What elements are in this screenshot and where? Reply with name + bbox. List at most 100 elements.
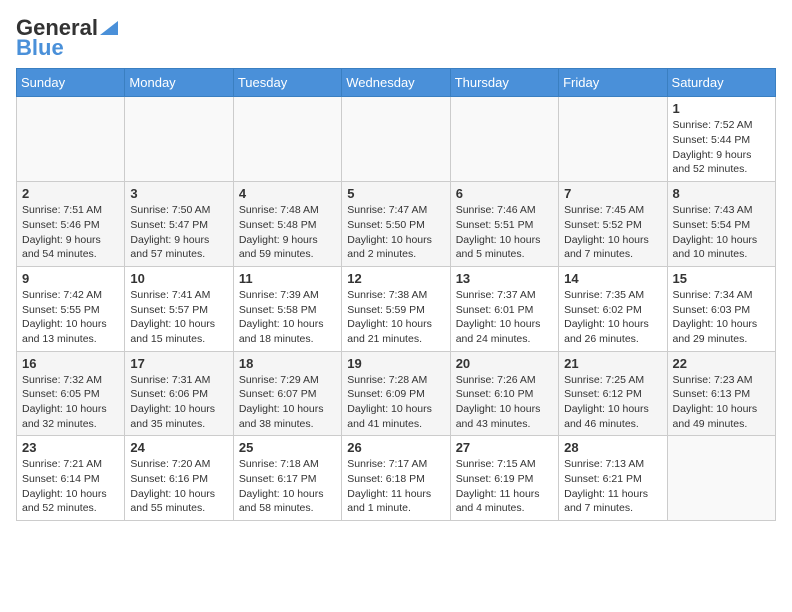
calendar-cell: 6 Sunrise: 7:46 AM Sunset: 5:51 PM Daylig… bbox=[450, 182, 558, 267]
logo-icon bbox=[100, 17, 118, 35]
weekday-header-sunday: Sunday bbox=[17, 69, 125, 97]
day-number: 26 bbox=[347, 440, 444, 455]
calendar-cell: 26 Sunrise: 7:17 AM Sunset: 6:18 PM Dayli… bbox=[342, 436, 450, 521]
day-number: 14 bbox=[564, 271, 661, 286]
calendar-cell: 16Sunrise: 7:32 AM Sunset: 6:05 PM Dayli… bbox=[17, 351, 125, 436]
day-number: 7 bbox=[564, 186, 661, 201]
calendar-cell: 23Sunrise: 7:21 AM Sunset: 6:14 PM Dayli… bbox=[17, 436, 125, 521]
weekday-header-tuesday: Tuesday bbox=[233, 69, 341, 97]
day-number: 5 bbox=[347, 186, 444, 201]
calendar-cell: 10 Sunrise: 7:41 AM Sunset: 5:57 PM Dayli… bbox=[125, 266, 233, 351]
calendar-cell: 27 Sunrise: 7:15 AM Sunset: 6:19 PM Dayli… bbox=[450, 436, 558, 521]
day-info: Sunrise: 7:28 AM Sunset: 6:09 PM Dayligh… bbox=[347, 373, 444, 432]
day-number: 16 bbox=[22, 356, 119, 371]
day-info: Sunrise: 7:48 AM Sunset: 5:48 PM Dayligh… bbox=[239, 203, 336, 262]
calendar-week-row: 23Sunrise: 7:21 AM Sunset: 6:14 PM Dayli… bbox=[17, 436, 776, 521]
day-number: 2 bbox=[22, 186, 119, 201]
calendar-cell: 24Sunrise: 7:20 AM Sunset: 6:16 PM Dayli… bbox=[125, 436, 233, 521]
calendar-cell: 3 Sunrise: 7:50 AM Sunset: 5:47 PM Daylig… bbox=[125, 182, 233, 267]
day-number: 25 bbox=[239, 440, 336, 455]
day-info: Sunrise: 7:37 AM Sunset: 6:01 PM Dayligh… bbox=[456, 288, 553, 347]
day-number: 17 bbox=[130, 356, 227, 371]
calendar-body: 1Sunrise: 7:52 AM Sunset: 5:44 PM Daylig… bbox=[17, 97, 776, 521]
day-number: 12 bbox=[347, 271, 444, 286]
day-number: 13 bbox=[456, 271, 553, 286]
calendar-table: SundayMondayTuesdayWednesdayThursdayFrid… bbox=[16, 68, 776, 521]
calendar-cell: 18 Sunrise: 7:29 AM Sunset: 6:07 PM Dayli… bbox=[233, 351, 341, 436]
day-number: 27 bbox=[456, 440, 553, 455]
logo-text-blue: Blue bbox=[16, 36, 118, 60]
day-info: Sunrise: 7:17 AM Sunset: 6:18 PM Dayligh… bbox=[347, 457, 444, 516]
calendar-cell: 4 Sunrise: 7:48 AM Sunset: 5:48 PM Daylig… bbox=[233, 182, 341, 267]
day-number: 23 bbox=[22, 440, 119, 455]
day-info: Sunrise: 7:39 AM Sunset: 5:58 PM Dayligh… bbox=[239, 288, 336, 347]
day-number: 11 bbox=[239, 271, 336, 286]
calendar-cell bbox=[125, 97, 233, 182]
calendar-cell: 14 Sunrise: 7:35 AM Sunset: 6:02 PM Dayli… bbox=[559, 266, 667, 351]
calendar-cell: 13 Sunrise: 7:37 AM Sunset: 6:01 PM Dayli… bbox=[450, 266, 558, 351]
weekday-header-saturday: Saturday bbox=[667, 69, 775, 97]
calendar-cell bbox=[559, 97, 667, 182]
day-info: Sunrise: 7:13 AM Sunset: 6:21 PM Dayligh… bbox=[564, 457, 661, 516]
calendar-week-row: 16Sunrise: 7:32 AM Sunset: 6:05 PM Dayli… bbox=[17, 351, 776, 436]
day-info: Sunrise: 7:43 AM Sunset: 5:54 PM Dayligh… bbox=[673, 203, 770, 262]
calendar-cell bbox=[667, 436, 775, 521]
calendar-week-row: 9 Sunrise: 7:42 AM Sunset: 5:55 PM Daylig… bbox=[17, 266, 776, 351]
day-number: 15 bbox=[673, 271, 770, 286]
weekday-header-friday: Friday bbox=[559, 69, 667, 97]
day-info: Sunrise: 7:31 AM Sunset: 6:06 PM Dayligh… bbox=[130, 373, 227, 432]
day-info: Sunrise: 7:15 AM Sunset: 6:19 PM Dayligh… bbox=[456, 457, 553, 516]
day-number: 9 bbox=[22, 271, 119, 286]
calendar-cell: 7 Sunrise: 7:45 AM Sunset: 5:52 PM Daylig… bbox=[559, 182, 667, 267]
calendar-cell: 22 Sunrise: 7:23 AM Sunset: 6:13 PM Dayli… bbox=[667, 351, 775, 436]
day-number: 6 bbox=[456, 186, 553, 201]
day-info: Sunrise: 7:34 AM Sunset: 6:03 PM Dayligh… bbox=[673, 288, 770, 347]
page-header: General Blue bbox=[16, 16, 776, 60]
weekday-header-monday: Monday bbox=[125, 69, 233, 97]
calendar-cell: 11 Sunrise: 7:39 AM Sunset: 5:58 PM Dayli… bbox=[233, 266, 341, 351]
day-number: 4 bbox=[239, 186, 336, 201]
calendar-cell: 28 Sunrise: 7:13 AM Sunset: 6:21 PM Dayli… bbox=[559, 436, 667, 521]
day-info: Sunrise: 7:42 AM Sunset: 5:55 PM Dayligh… bbox=[22, 288, 119, 347]
calendar-week-row: 2 Sunrise: 7:51 AM Sunset: 5:46 PM Daylig… bbox=[17, 182, 776, 267]
calendar-cell: 9 Sunrise: 7:42 AM Sunset: 5:55 PM Daylig… bbox=[17, 266, 125, 351]
day-info: Sunrise: 7:29 AM Sunset: 6:07 PM Dayligh… bbox=[239, 373, 336, 432]
calendar-cell: 15 Sunrise: 7:34 AM Sunset: 6:03 PM Dayli… bbox=[667, 266, 775, 351]
day-info: Sunrise: 7:45 AM Sunset: 5:52 PM Dayligh… bbox=[564, 203, 661, 262]
day-number: 22 bbox=[673, 356, 770, 371]
day-info: Sunrise: 7:47 AM Sunset: 5:50 PM Dayligh… bbox=[347, 203, 444, 262]
calendar-cell: 17 Sunrise: 7:31 AM Sunset: 6:06 PM Dayli… bbox=[125, 351, 233, 436]
calendar-cell bbox=[342, 97, 450, 182]
day-info: Sunrise: 7:50 AM Sunset: 5:47 PM Dayligh… bbox=[130, 203, 227, 262]
calendar-cell: 20 Sunrise: 7:26 AM Sunset: 6:10 PM Dayli… bbox=[450, 351, 558, 436]
day-info: Sunrise: 7:23 AM Sunset: 6:13 PM Dayligh… bbox=[673, 373, 770, 432]
calendar-cell: 12 Sunrise: 7:38 AM Sunset: 5:59 PM Dayli… bbox=[342, 266, 450, 351]
calendar-cell: 21Sunrise: 7:25 AM Sunset: 6:12 PM Dayli… bbox=[559, 351, 667, 436]
day-number: 8 bbox=[673, 186, 770, 201]
logo: General Blue bbox=[16, 16, 118, 60]
day-number: 18 bbox=[239, 356, 336, 371]
day-info: Sunrise: 7:18 AM Sunset: 6:17 PM Dayligh… bbox=[239, 457, 336, 516]
weekday-header-wednesday: Wednesday bbox=[342, 69, 450, 97]
calendar-cell: 19 Sunrise: 7:28 AM Sunset: 6:09 PM Dayli… bbox=[342, 351, 450, 436]
calendar-cell: 2 Sunrise: 7:51 AM Sunset: 5:46 PM Daylig… bbox=[17, 182, 125, 267]
calendar-cell bbox=[450, 97, 558, 182]
day-info: Sunrise: 7:51 AM Sunset: 5:46 PM Dayligh… bbox=[22, 203, 119, 262]
day-info: Sunrise: 7:35 AM Sunset: 6:02 PM Dayligh… bbox=[564, 288, 661, 347]
day-info: Sunrise: 7:52 AM Sunset: 5:44 PM Dayligh… bbox=[673, 118, 770, 177]
day-number: 20 bbox=[456, 356, 553, 371]
day-number: 19 bbox=[347, 356, 444, 371]
day-info: Sunrise: 7:38 AM Sunset: 5:59 PM Dayligh… bbox=[347, 288, 444, 347]
day-number: 10 bbox=[130, 271, 227, 286]
calendar-cell: 1Sunrise: 7:52 AM Sunset: 5:44 PM Daylig… bbox=[667, 97, 775, 182]
calendar-cell bbox=[17, 97, 125, 182]
day-info: Sunrise: 7:25 AM Sunset: 6:12 PM Dayligh… bbox=[564, 373, 661, 432]
day-number: 24 bbox=[130, 440, 227, 455]
day-number: 28 bbox=[564, 440, 661, 455]
calendar-cell: 8 Sunrise: 7:43 AM Sunset: 5:54 PM Daylig… bbox=[667, 182, 775, 267]
day-info: Sunrise: 7:46 AM Sunset: 5:51 PM Dayligh… bbox=[456, 203, 553, 262]
day-info: Sunrise: 7:41 AM Sunset: 5:57 PM Dayligh… bbox=[130, 288, 227, 347]
day-info: Sunrise: 7:26 AM Sunset: 6:10 PM Dayligh… bbox=[456, 373, 553, 432]
day-number: 3 bbox=[130, 186, 227, 201]
calendar-header-row: SundayMondayTuesdayWednesdayThursdayFrid… bbox=[17, 69, 776, 97]
